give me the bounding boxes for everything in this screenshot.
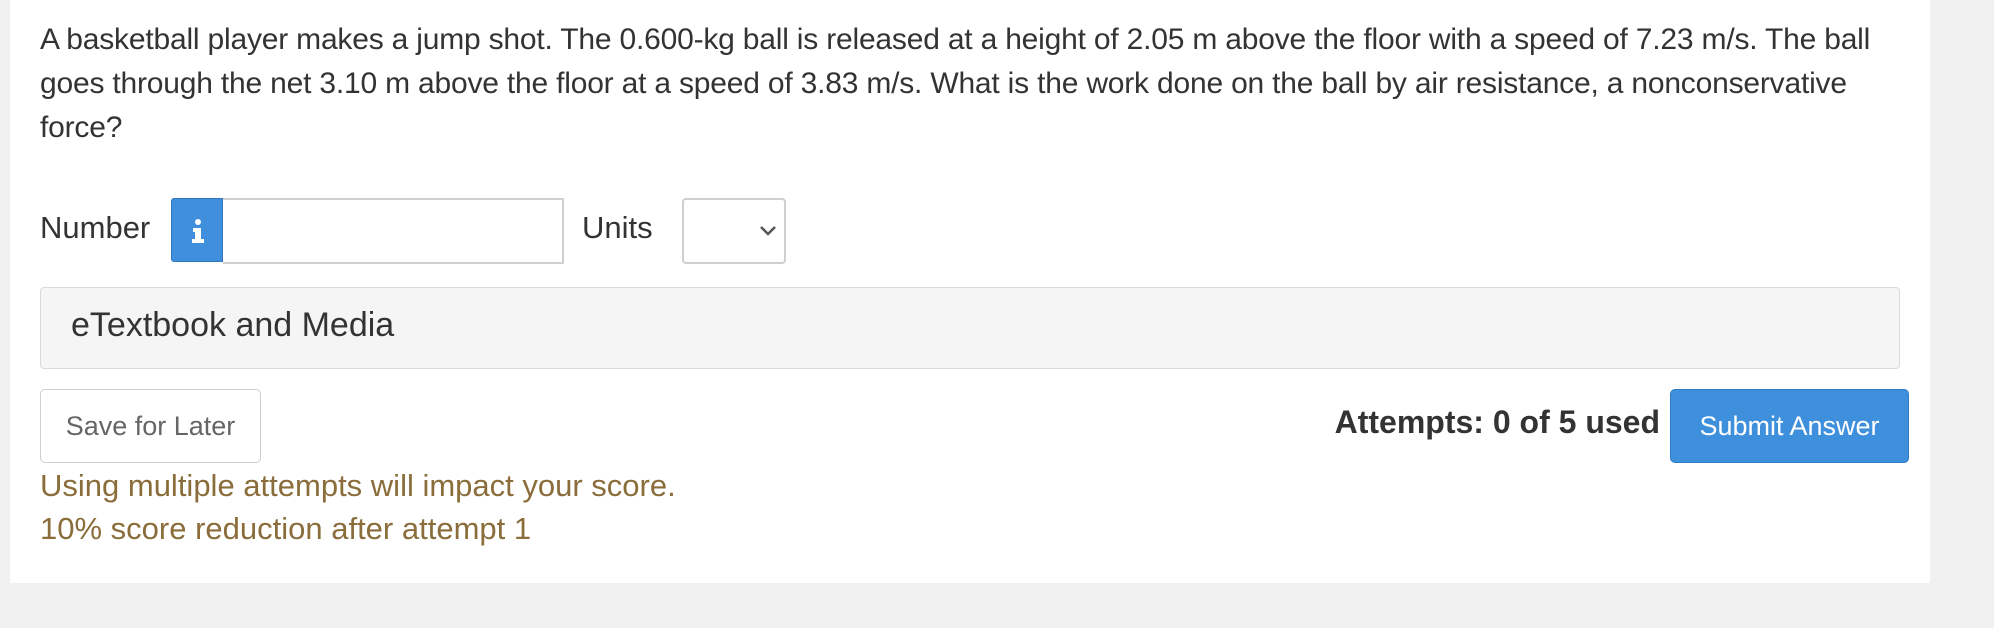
- score-reduction-notice: 10% score reduction after attempt 1: [40, 511, 532, 546]
- number-input[interactable]: [223, 198, 564, 264]
- attempts-counter: Attempts: 0 of 5 used: [1334, 404, 1660, 440]
- number-label: Number: [40, 210, 151, 245]
- etextbook-media-title: eTextbook and Media: [71, 306, 395, 344]
- info-icon: [192, 219, 204, 243]
- answer-row: Number Units: [40, 198, 940, 264]
- units-label: Units: [582, 210, 653, 245]
- question-card: A basketball player makes a jump shot. T…: [10, 0, 1930, 583]
- attempts-warning: Using multiple attempts will impact your…: [40, 468, 676, 503]
- chevron-down-icon: [760, 226, 776, 236]
- save-for-later-button[interactable]: Save for Later: [40, 389, 261, 463]
- submit-answer-button[interactable]: Submit Answer: [1670, 389, 1909, 463]
- etextbook-media-panel[interactable]: eTextbook and Media: [40, 287, 1900, 369]
- info-button[interactable]: [171, 198, 223, 262]
- units-select[interactable]: [682, 198, 786, 264]
- question-text: A basketball player makes a jump shot. T…: [40, 23, 1871, 144]
